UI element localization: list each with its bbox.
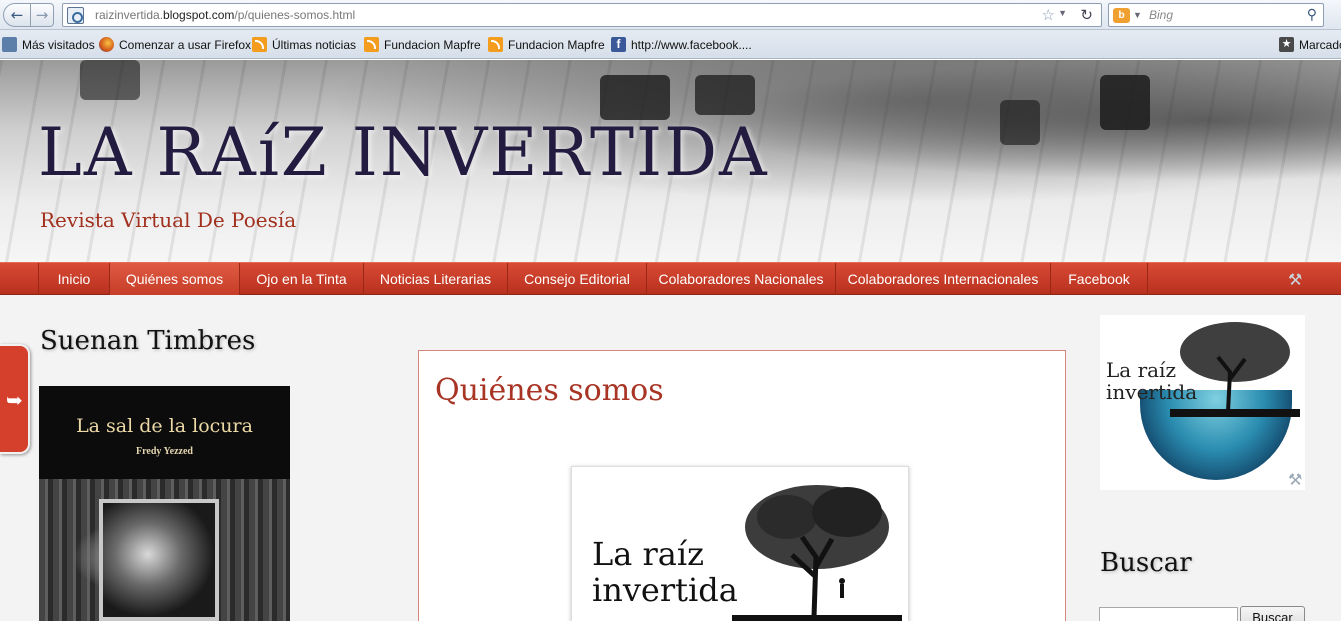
facebook-icon: f — [611, 37, 626, 52]
forward-button[interactable]: → — [30, 3, 54, 27]
post-logo-image[interactable]: La raíz invertida — [571, 466, 909, 621]
bookmarks-menu[interactable]: ★ Marcadores — [1279, 37, 1341, 52]
bing-icon[interactable]: b — [1113, 8, 1130, 23]
tab-inicio[interactable]: Inicio — [38, 263, 109, 295]
url-domain: blogspot.com — [163, 8, 235, 22]
edit-gadget-tools-icon[interactable]: ⚒ — [1288, 470, 1302, 489]
tab-colaboradores-nacionales[interactable]: Colaboradores Nacionales — [646, 263, 835, 295]
side-share-tab[interactable]: ➥ — [0, 344, 30, 454]
blog-search-button[interactable]: Buscar — [1240, 606, 1305, 621]
suenan-timbres-heading: Suenan Timbres — [40, 326, 256, 356]
tree-illustration — [732, 485, 902, 621]
bookmark-fundacion-mapfre-2[interactable]: Fundacion Mapfre — [488, 37, 605, 52]
book-author: Fredy Yezzed — [136, 446, 193, 457]
post-logo-text-line1: La raíz — [592, 535, 704, 573]
bookmark-label: Marcadores — [1299, 37, 1341, 52]
bookmark-fundacion-mapfre-1[interactable]: Fundacion Mapfre — [364, 37, 481, 52]
bookmark-label: http://www.facebook.... — [631, 37, 752, 52]
address-bar[interactable]: raizinvertida.blogspot.com/p/quienes-som… — [62, 3, 1102, 27]
bookmark-facebook[interactable]: f http://www.facebook.... — [611, 37, 752, 52]
reload-icon[interactable]: ↻ — [1080, 6, 1093, 24]
menu-divider — [1147, 263, 1148, 295]
sidebar-logo-text-line2: invertida — [1106, 380, 1198, 404]
tab-facebook[interactable]: Facebook — [1050, 263, 1147, 295]
header-photo-detail — [1000, 100, 1040, 145]
sidebar-logo-text-line1: La raíz — [1106, 358, 1176, 382]
tab-noticias-literarias[interactable]: Noticias Literarias — [363, 263, 507, 295]
sidebar-logo-image[interactable]: La raíz invertida — [1100, 315, 1305, 490]
book-cover-photo — [39, 479, 290, 621]
site-identity-icon[interactable] — [67, 7, 84, 24]
search-engine-dropdown-icon[interactable]: ▼ — [1133, 10, 1142, 20]
page-tabs-menu: Inicio Quiénes somos Ojo en la Tinta Not… — [0, 262, 1341, 295]
forward-arrow-icon: → — [35, 6, 49, 24]
url-path: /p/quienes-somos.html — [234, 8, 356, 22]
bookmark-getting-started[interactable]: Comenzar a usar Firefox — [99, 37, 251, 52]
book-title: La sal de la locura — [76, 415, 253, 437]
tab-colaboradores-internacionales[interactable]: Colaboradores Internacionales — [835, 263, 1050, 295]
rss-icon — [364, 37, 379, 52]
search-placeholder[interactable]: Bing — [1149, 8, 1173, 22]
bookmark-star-icon[interactable]: ☆ — [1042, 6, 1055, 24]
bookmark-label: Últimas noticias — [272, 37, 357, 52]
search-heading: Buscar — [1100, 548, 1192, 578]
bookmarks-icon: ★ — [1279, 37, 1294, 52]
browser-toolbar: ← → raizinvertida.blogspot.com/p/quienes… — [0, 0, 1341, 30]
search-magnifier-icon[interactable]: ⚲ — [1307, 6, 1317, 23]
header-photo-detail — [80, 60, 140, 100]
back-button[interactable]: ← — [3, 3, 31, 27]
bookmark-latest-news[interactable]: Últimas noticias — [252, 37, 356, 52]
firefox-icon — [99, 37, 114, 52]
header-photo-detail — [695, 75, 755, 115]
blog-description: Revista Virtual De Poesía — [40, 208, 297, 232]
search-bar[interactable]: b ▼ Bing ⚲ — [1108, 3, 1324, 27]
bookmark-label: Comenzar a usar Firefox — [119, 37, 252, 52]
edit-gadget-tools-icon[interactable]: ⚒ — [1288, 270, 1302, 289]
bookmark-most-visited[interactable]: Más visitados — [2, 37, 95, 52]
back-arrow-icon: ← — [10, 6, 24, 24]
post-logo-text-line2: invertida — [592, 571, 738, 609]
tab-quienes-somos[interactable]: Quiénes somos — [109, 263, 239, 295]
header-photo-detail — [1100, 75, 1150, 130]
post-container: Quiénes somos La raíz invertida — [418, 350, 1066, 621]
book-cover-image[interactable]: La sal de la locura Fredy Yezzed — [39, 386, 290, 621]
share-icon: ➥ — [6, 390, 23, 412]
bookmark-label: Fundacion Mapfre — [508, 37, 605, 52]
rss-icon — [488, 37, 503, 52]
post-title: Quiénes somos — [435, 373, 664, 408]
url-prefix: raizinvertida. — [95, 8, 164, 22]
bookmark-label: Fundacion Mapfre — [384, 37, 481, 52]
blog-title[interactable]: LA RAíZ INVERTIDA — [38, 114, 769, 191]
url-history-dropdown-icon[interactable]: ▼ — [1058, 8, 1067, 18]
blog-search-input[interactable] — [1099, 607, 1238, 621]
bookmarks-toolbar: Más visitados Comenzar a usar Firefox Úl… — [0, 30, 1341, 59]
web-page: LA RAíZ INVERTIDA Revista Virtual De Poe… — [0, 60, 1341, 621]
bookmark-label: Más visitados — [22, 37, 95, 52]
tab-consejo-editorial[interactable]: Consejo Editorial — [507, 263, 646, 295]
rss-icon — [252, 37, 267, 52]
tab-ojo-en-la-tinta[interactable]: Ojo en la Tinta — [239, 263, 363, 295]
most-visited-icon — [2, 37, 17, 52]
url-text[interactable]: raizinvertida.blogspot.com/p/quienes-som… — [95, 8, 355, 22]
blog-header: LA RAíZ INVERTIDA Revista Virtual De Poe… — [0, 60, 1341, 262]
book-cover-window — [99, 499, 219, 621]
